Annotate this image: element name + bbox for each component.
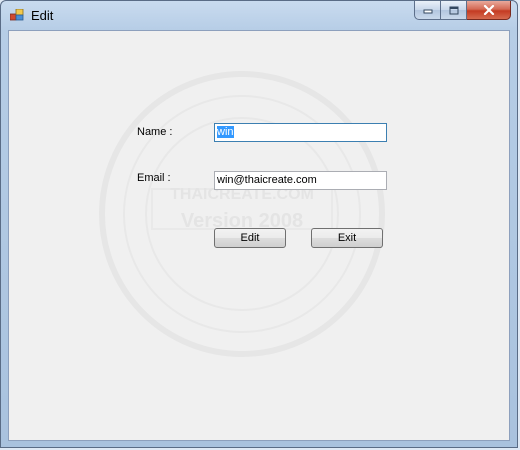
title-bar[interactable]: Edit <box>1 1 517 31</box>
maximize-icon <box>449 6 458 14</box>
watermark-seal: THAICREATE.COM Version 2008 <box>99 71 385 357</box>
edit-window: Edit THAICREATE.COM Version 2008 Name: … <box>0 0 518 448</box>
minimize-button[interactable] <box>414 1 441 20</box>
name-field-value: win <box>217 126 234 138</box>
minimize-icon <box>423 9 432 14</box>
edit-button[interactable]: Edit <box>214 228 286 248</box>
email-field-value: win@thaicreate.com <box>217 174 317 186</box>
close-icon <box>483 5 494 15</box>
close-button[interactable] <box>467 1 511 20</box>
name-field[interactable]: win <box>214 123 387 142</box>
maximize-button[interactable] <box>441 1 467 20</box>
app-icon <box>10 9 24 21</box>
email-field[interactable]: win@thaicreate.com <box>214 171 387 190</box>
window-controls <box>414 1 511 21</box>
form-client-area: THAICREATE.COM Version 2008 Name : win E… <box>8 30 510 441</box>
exit-button[interactable]: Exit <box>311 228 383 248</box>
name-label: Name : <box>137 126 173 138</box>
window-title: Edit <box>31 8 54 23</box>
email-label: Email : <box>137 172 171 184</box>
